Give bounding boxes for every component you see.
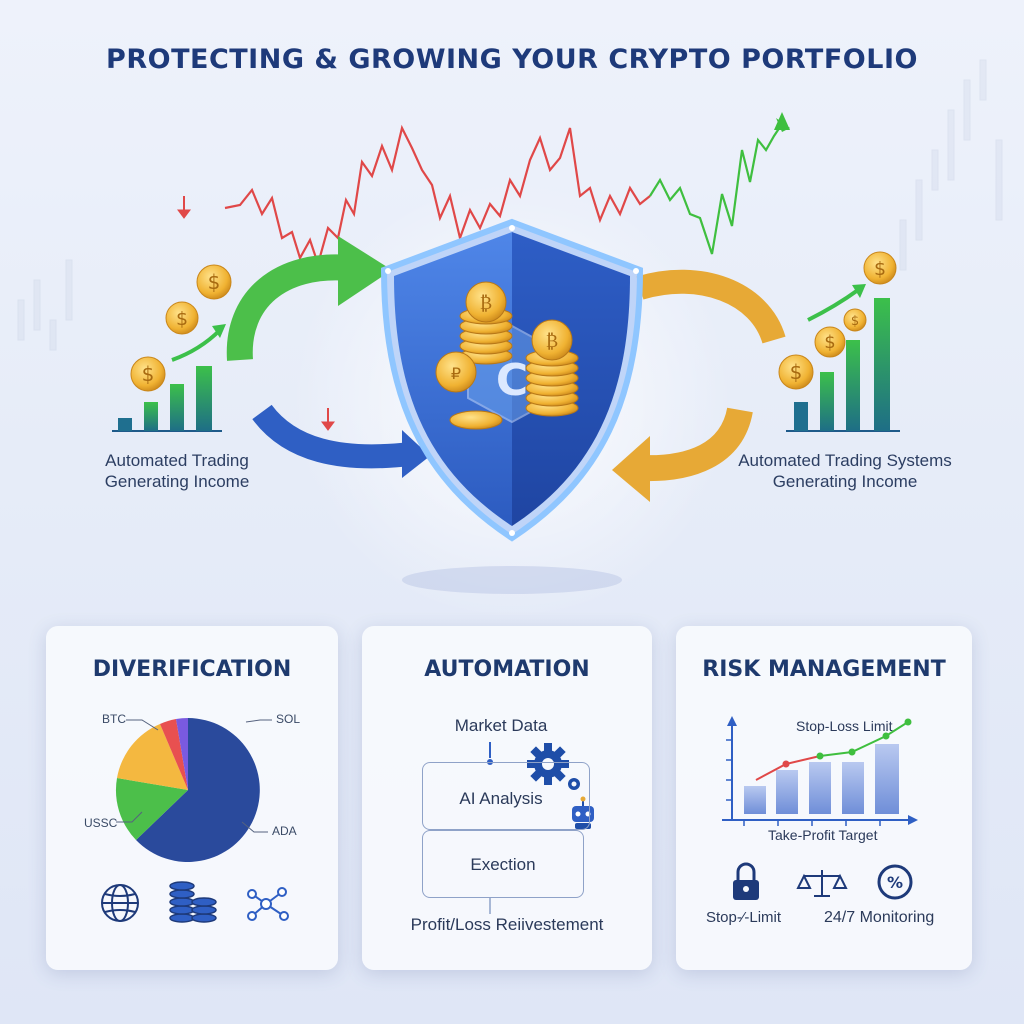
- price-line-green: [649, 123, 783, 255]
- stop-loss-label: Stop-Loss Limit: [796, 718, 893, 734]
- right-caption-line1: Automated Trading Systems: [738, 451, 952, 470]
- diversification-panel: DIVERIFICATION BTC SOL USSC ADA: [46, 626, 338, 970]
- infographic: $ $ $ $ $ $ $ C ₿ ₿ ₽ PROTECTING & GROWI…: [0, 0, 1024, 1024]
- svg-text:$: $: [874, 258, 886, 280]
- svg-text:$: $: [851, 314, 859, 329]
- globe-icon: [101, 884, 139, 922]
- pie-label-sol: SOL: [276, 712, 301, 726]
- coin-stack-icon: [169, 881, 217, 923]
- left-caption-line2: Generating Income: [104, 472, 250, 491]
- svg-text:$: $: [790, 360, 803, 384]
- left-bar-chart: [112, 324, 226, 432]
- percent-icon: %: [877, 864, 913, 900]
- svg-text:$: $: [176, 308, 188, 330]
- flow-step-market-data: Market Data: [454, 716, 548, 735]
- risk-bar: [842, 762, 864, 814]
- pie-label-btc: BTC: [102, 712, 126, 726]
- svg-text:₽: ₽: [451, 364, 461, 383]
- network-icon: [247, 887, 289, 921]
- monitoring-label: 24/7 Monitoring: [824, 909, 935, 926]
- svg-text:₿: ₿: [546, 331, 558, 352]
- risk-bar: [809, 762, 831, 814]
- left-caption: Automated Trading Generating Income: [92, 450, 262, 492]
- flow-step-ai-analysis: AI Analysis: [459, 789, 543, 808]
- svg-text:%: %: [887, 873, 903, 892]
- right-caption: Automated Trading Systems Generating Inc…: [730, 450, 960, 492]
- svg-text:$: $: [824, 332, 835, 353]
- flow-step-execution: Exection: [470, 855, 536, 874]
- risk-bar: [875, 744, 899, 814]
- svg-text:$: $: [142, 362, 155, 386]
- automation-panel: AUTOMATION Market Data AI Analysis Exect…: [362, 626, 652, 970]
- risk-panel: RISK MANAGEMENT % Stop-Loss Limit Take-P…: [676, 626, 972, 970]
- page-title: PROTECTING & GROWING YOUR CRYPTO PORTFOL…: [106, 44, 918, 75]
- pie-label-ussc: USSC: [84, 816, 118, 830]
- pie-label-ada: ADA: [272, 824, 297, 838]
- stop-limit-label: Stop-⁄-Limit: [706, 909, 782, 926]
- hero-illustration: $ $ $ $ $ $ $ C ₿ ₿ ₽: [17, 59, 1003, 620]
- right-caption-line2: Generating Income: [772, 472, 918, 491]
- allocation-pie: [101, 718, 289, 923]
- take-profit-label: Take-Profit Target: [768, 827, 878, 843]
- scales-icon: [796, 870, 848, 897]
- risk-bar: [776, 770, 798, 814]
- svg-text:₿: ₿: [480, 293, 492, 314]
- left-caption-line1: Automated Trading: [105, 451, 249, 470]
- risk-bar: [744, 786, 766, 814]
- flow-step-reinvest: Profit/Loss Reiivestement: [410, 915, 604, 934]
- svg-text:$: $: [208, 270, 221, 294]
- lock-icon: [733, 862, 759, 900]
